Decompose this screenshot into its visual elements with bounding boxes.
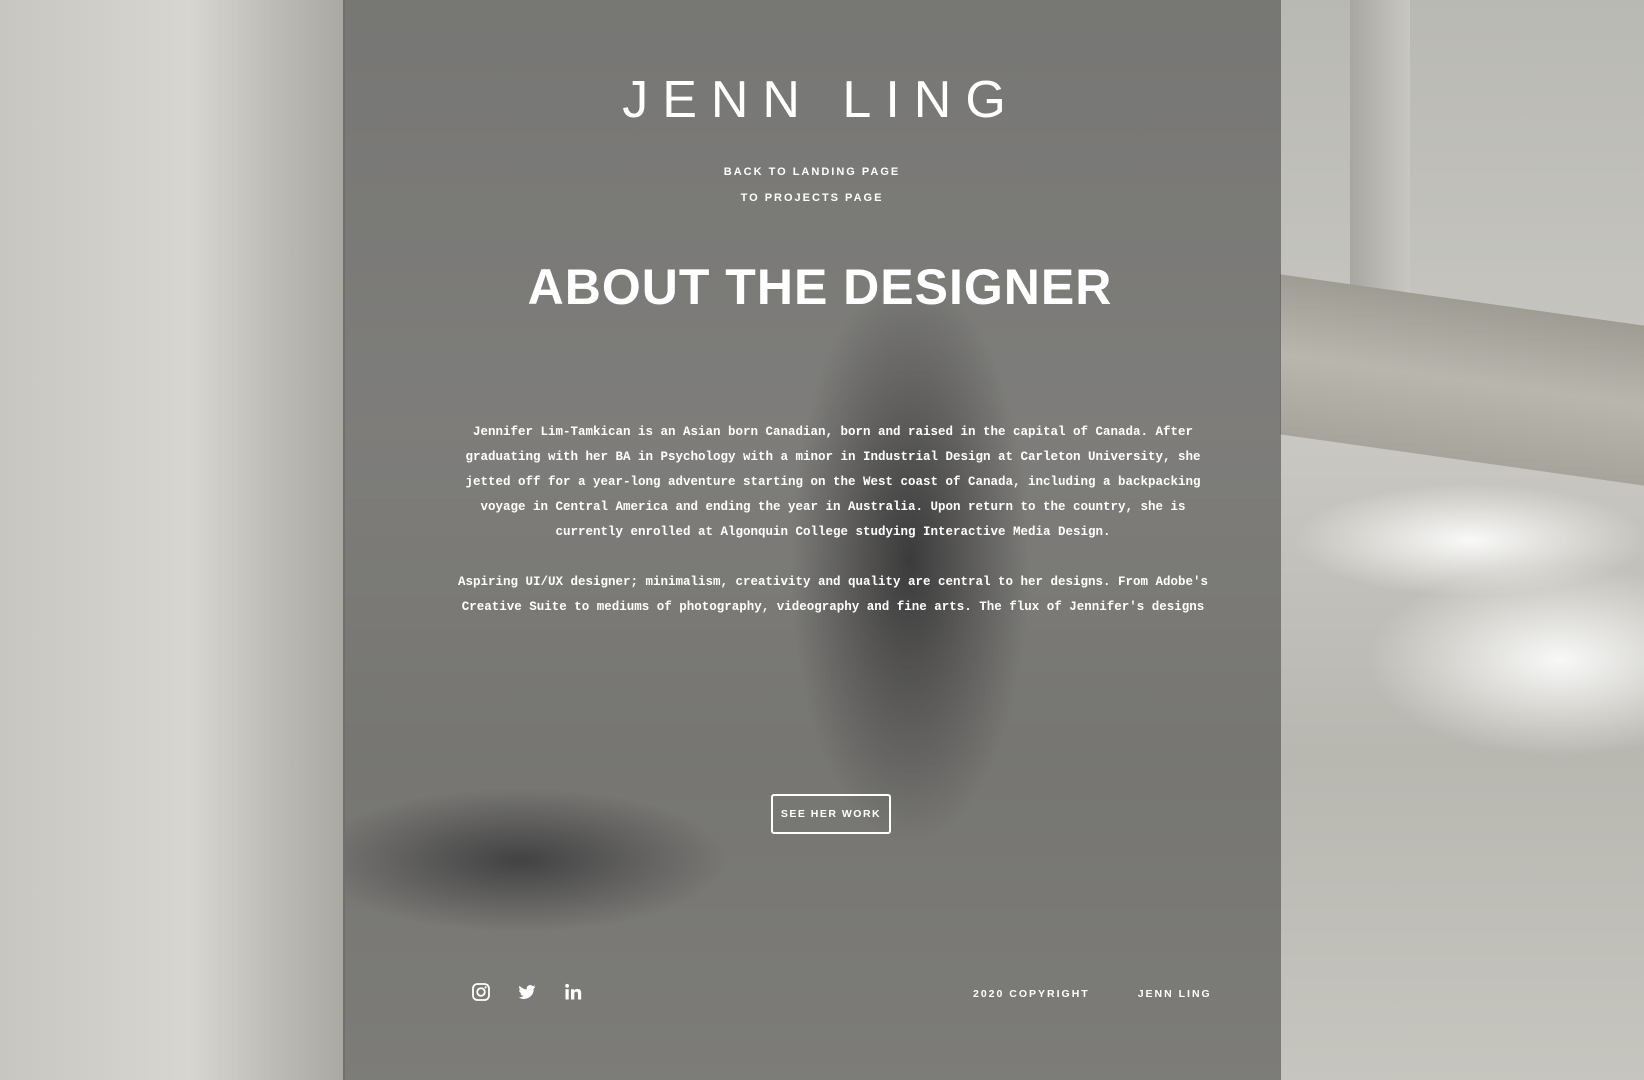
top-nav: BACK TO LANDING PAGE TO PROJECTS PAGE [343, 166, 1281, 218]
copyright-text: 2020 COPYRIGHT [973, 988, 1090, 1000]
see-her-work-button[interactable]: SEE HER WORK [771, 794, 891, 834]
nav-link-landing-page[interactable]: BACK TO LANDING PAGE [343, 166, 1281, 178]
bio-paragraph: Aspiring UI/UX designer; minimalism, cre… [457, 575, 1209, 614]
background-ledge [1280, 274, 1644, 486]
page-heading: ABOUT THE DESIGNER [527, 259, 1113, 315]
background-pillar [1350, 0, 1410, 310]
linkedin-icon [565, 983, 582, 1000]
twitter-link[interactable] [517, 982, 537, 1002]
content-panel: JENN LING BACK TO LANDING PAGE TO PROJEC… [343, 0, 1281, 1080]
instagram-icon [472, 983, 490, 1001]
bio-text: Jennifer Lim-Tamkican is an Asian born C… [453, 420, 1213, 616]
instagram-link[interactable] [471, 982, 491, 1002]
twitter-icon [518, 985, 536, 999]
footer-name-link[interactable]: JENN LING [1138, 988, 1212, 1000]
social-links [471, 982, 583, 1002]
footer: 2020 COPYRIGHT JENN LING [973, 988, 1212, 1000]
bio-paragraph: Jennifer Lim-Tamkican is an Asian born C… [465, 425, 1201, 539]
linkedin-link[interactable] [563, 982, 583, 1002]
background-pillar [0, 0, 345, 1080]
site-title: JENN LING [622, 71, 1020, 129]
nav-link-projects-page[interactable]: TO PROJECTS PAGE [343, 192, 1281, 204]
